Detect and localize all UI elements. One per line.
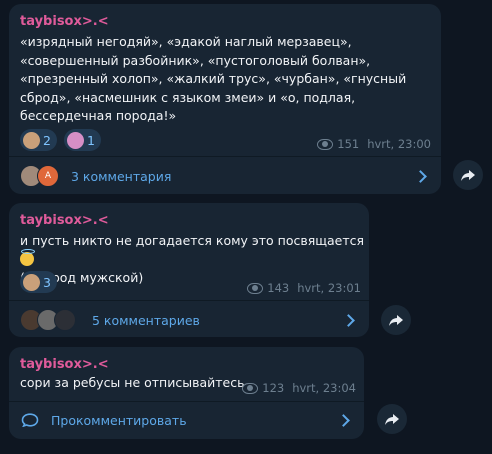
hamster-emoji-icon [23,273,40,291]
share-button[interactable] [377,404,407,434]
comments-label: Прокомментировать [51,412,187,428]
reaction-count: 2 [43,132,51,148]
halo-smiley-emoji-icon [20,248,35,266]
eye-icon [242,382,259,394]
chevron-right-icon [414,169,427,183]
view-count: 151 [337,137,360,151]
chevron-right-icon [337,413,350,427]
message-meta: 143 hvrt, 23:01 [247,281,361,295]
comment-button[interactable]: Прокомментировать [9,401,364,439]
view-count: 143 [267,281,290,295]
message-text-line: и пусть никто не догадается кому это пос… [20,233,365,248]
chevron-right-icon [342,313,355,327]
message-author[interactable]: taybisox>.< [20,213,109,228]
message-bubble-1[interactable]: taybisox>.< «изрядный негодяй», «эдакой … [9,4,441,194]
eye-icon [317,138,334,150]
avatar [54,309,76,331]
view-count: 123 [262,381,285,395]
avatar: A [37,165,59,187]
reaction-count: 1 [87,132,95,148]
message-author[interactable]: taybisox>.< [20,14,109,29]
commenter-avatars: A [20,165,59,187]
reaction-count: 3 [43,274,51,290]
message-text: «изрядный негодяй», «эдакой наглый мерза… [20,34,407,123]
comments-button[interactable]: 5 комментариев [9,301,369,339]
hamster-emoji-icon [23,131,40,149]
share-button[interactable] [453,160,483,190]
reaction-hamster[interactable]: 3 [20,271,57,293]
comments-label: 5 комментариев [92,312,200,328]
share-arrow-icon [385,414,399,425]
message-signature: hvrt, 23:04 [292,381,356,395]
comment-bubble-icon [21,413,39,427]
share-arrow-icon [389,315,403,326]
reaction-hamster[interactable]: 2 [20,129,57,151]
commenter-avatars [20,309,76,331]
message-bubble-2[interactable]: taybisox>.< и пусть никто не догадается … [9,203,369,337]
message-meta: 151 hvrt, 23:00 [317,137,431,151]
anime-girl-emoji-icon [67,131,84,149]
comments-label: 3 комментария [71,168,172,184]
message-signature: hvrt, 23:00 [367,137,431,151]
comments-button[interactable]: A 3 комментария [9,157,441,195]
share-button[interactable] [381,305,411,335]
message-author[interactable]: taybisox>.< [20,357,109,372]
reaction-anime-girl[interactable]: 1 [64,129,101,151]
message-meta: 123 hvrt, 23:04 [242,381,356,395]
message-bubble-3[interactable]: taybisox>.< сори за ребусы не отписывайт… [9,347,364,439]
message-text: и пусть никто не догадается кому это пос… [20,232,365,288]
message-signature: hvrt, 23:01 [297,281,361,295]
share-arrow-icon [461,170,475,181]
eye-icon [247,282,264,294]
message-text: сори за ребусы не отписывайтесь [20,375,245,390]
